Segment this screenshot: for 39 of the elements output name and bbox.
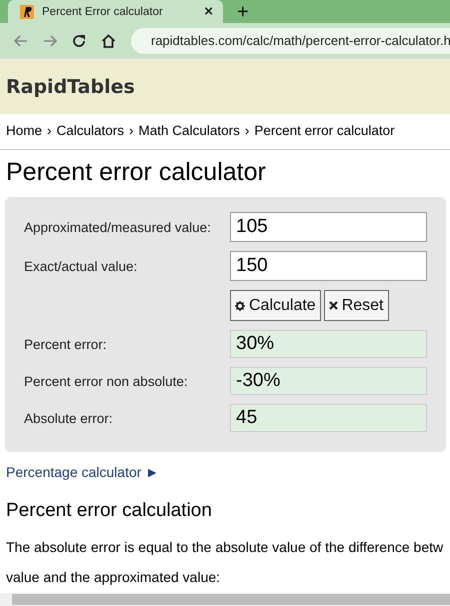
breadcrumb-link[interactable]: Home bbox=[6, 123, 42, 138]
result-label: Absolute error: bbox=[24, 410, 114, 426]
page-title: Percent error calculator bbox=[6, 158, 267, 187]
breadcrumb-separator: › bbox=[244, 123, 250, 138]
input-field[interactable]: 105 bbox=[230, 212, 427, 242]
back-icon[interactable] bbox=[14, 34, 28, 46]
breadcrumb-link[interactable]: Math Calculators bbox=[138, 123, 240, 138]
tab-title: Percent Error calculator bbox=[42, 6, 164, 18]
address-bar[interactable]: rapidtables.com/calc/math/percent-error-calculator.h bbox=[131, 28, 450, 54]
field-label: Exact/actual value: bbox=[24, 258, 138, 274]
new-tab-button[interactable]: + bbox=[237, 2, 249, 22]
forward-icon[interactable] bbox=[43, 34, 57, 46]
reset-button[interactable]: Reset bbox=[324, 290, 388, 321]
reload-icon[interactable] bbox=[72, 34, 86, 48]
gear-icon bbox=[235, 300, 245, 310]
paragraph-text: value and the approximated value: bbox=[6, 568, 222, 587]
cross-icon bbox=[328, 301, 338, 310]
close-tab-button[interactable]: × bbox=[204, 3, 213, 20]
site-logo[interactable]: RapidTables bbox=[6, 76, 135, 98]
paragraph-text: The absolute error is equal to the absolute value of the difference betw bbox=[6, 538, 444, 557]
result-field: 45 bbox=[230, 404, 427, 432]
result-field: 30% bbox=[230, 330, 427, 358]
percentage-calculator-link[interactable]: Percentage calculator ► bbox=[6, 464, 160, 480]
result-label: Percent error: bbox=[24, 336, 108, 352]
breadcrumb-link[interactable]: Calculators bbox=[56, 123, 124, 138]
url-text: rapidtables.com/calc/math/percent-error-calculator.h bbox=[151, 33, 450, 48]
result-field: -30% bbox=[230, 367, 427, 395]
site-logo-icon bbox=[20, 4, 34, 18]
breadcrumb-link[interactable]: Percent error calculator bbox=[254, 123, 395, 138]
browser-tab[interactable]: Percent Error calculator × bbox=[8, 0, 223, 23]
breadcrumb-separator: › bbox=[47, 123, 52, 138]
home-icon[interactable] bbox=[101, 34, 116, 48]
horizontal-scrollbar[interactable] bbox=[0, 593, 450, 606]
section-heading: Percent error calculation bbox=[6, 500, 213, 522]
breadcrumb-separator: › bbox=[129, 123, 134, 138]
field-label: Approximated/measured value: bbox=[24, 220, 212, 234]
result-label: Percent error non absolute: bbox=[24, 374, 189, 388]
calculate-button[interactable]: Calculate bbox=[230, 290, 321, 321]
input-field[interactable]: 150 bbox=[230, 251, 427, 281]
